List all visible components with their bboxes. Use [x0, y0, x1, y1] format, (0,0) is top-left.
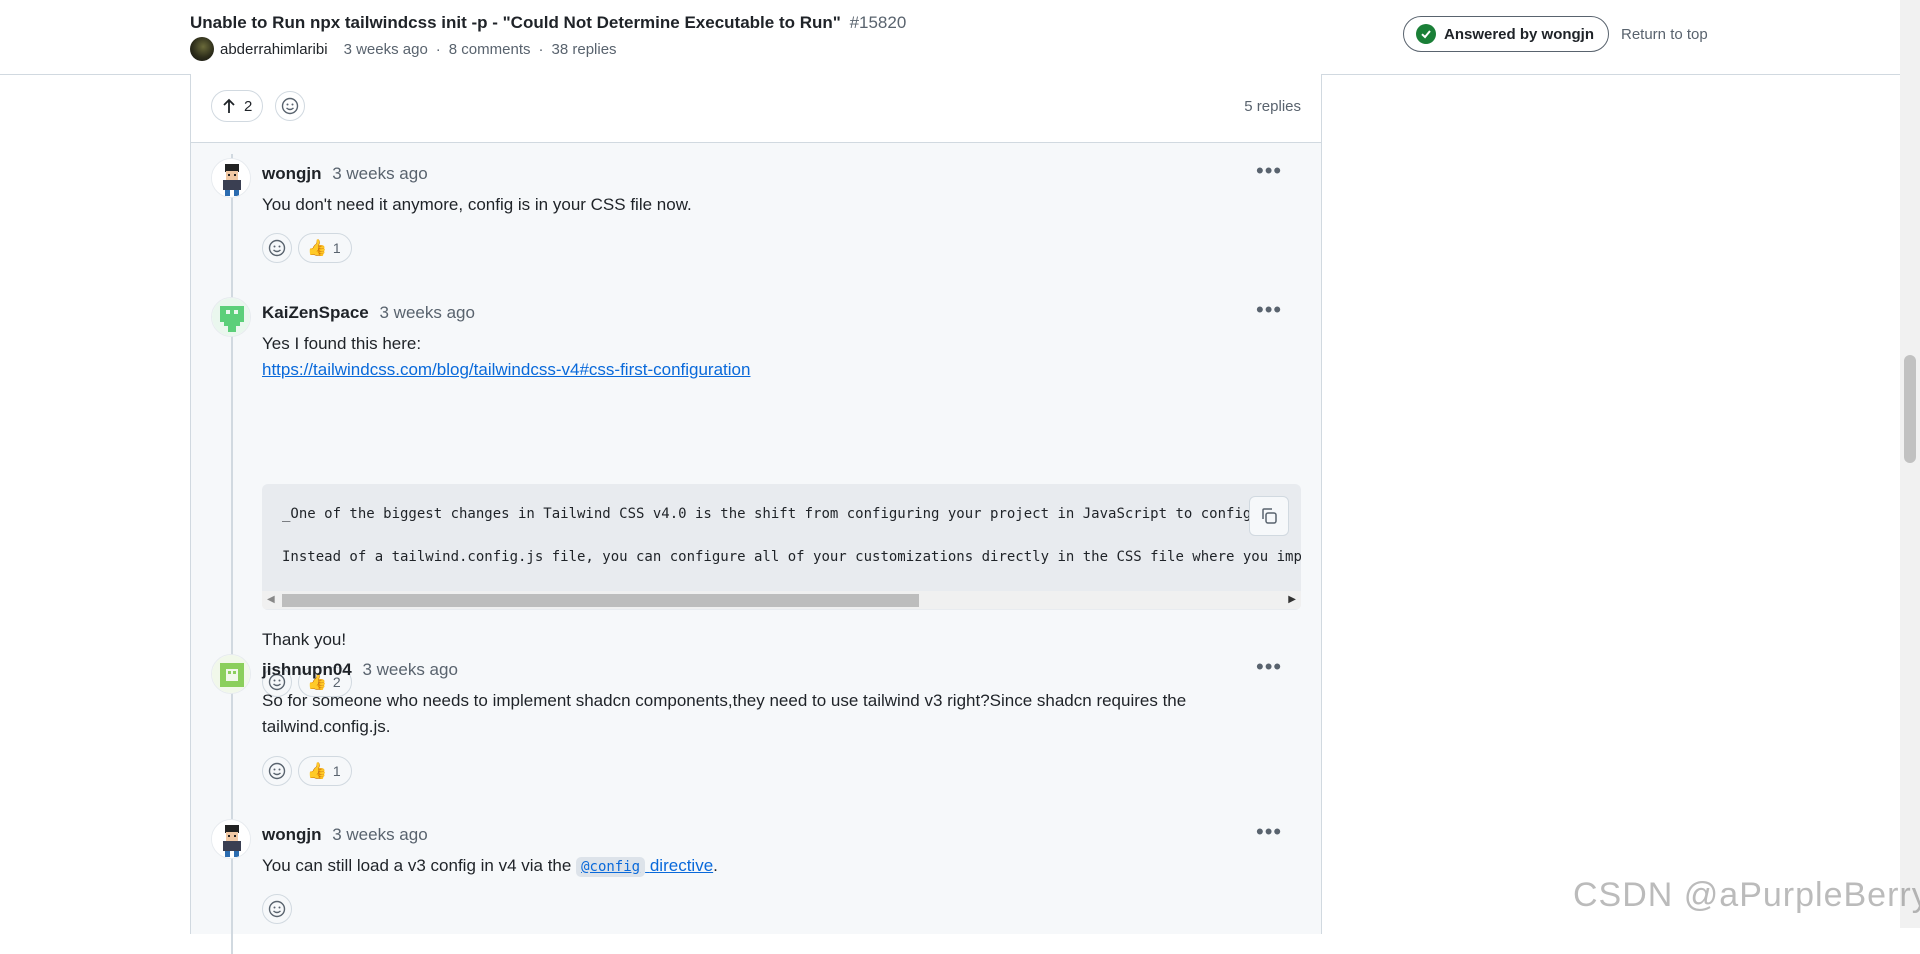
discussion-meta: abderrahimlaribi 3 weeks ago · 8 comment…: [190, 37, 617, 61]
comment-time[interactable]: 3 weeks ago: [362, 660, 457, 679]
comment-reactions: 👍 1: [262, 756, 352, 786]
comment-body: You don't need it anymore, config is in …: [262, 195, 692, 214]
add-reaction-button[interactable]: [262, 894, 292, 924]
reply-thread: 2 5 replies wongjn 3 weeks ago ••• You d…: [190, 74, 1322, 954]
blog-link[interactable]: https://tailwindcss.com/blog/tailwindcss…: [262, 360, 750, 379]
discussion-time: 3 weeks ago: [343, 40, 428, 58]
replies-count: 5 replies: [1244, 98, 1301, 115]
discussion-number: #15820: [849, 13, 907, 32]
kebab-menu-icon[interactable]: •••: [1256, 297, 1282, 323]
comment-body-intro: Yes I found this here:: [262, 334, 422, 353]
meta-separator: ·: [538, 40, 544, 58]
comment-body-outro: Thank you!: [262, 630, 347, 649]
avatar[interactable]: [211, 297, 251, 337]
thumbs-up-reaction[interactable]: 👍 1: [298, 233, 352, 263]
smiley-icon: [281, 97, 299, 115]
comment-body-suffix: .: [713, 856, 718, 875]
inline-code[interactable]: @config: [576, 857, 646, 877]
comment-body-prefix: You can still load a v3 config in v4 via…: [262, 856, 572, 875]
comment-author[interactable]: wongjn: [262, 164, 321, 183]
comment-time[interactable]: 3 weeks ago: [332, 825, 427, 844]
code-line-text: _One of the biggest changes in Tailwind …: [282, 506, 1286, 522]
comments-count: 8 comments: [448, 40, 531, 58]
upvote-count: 2: [244, 97, 253, 115]
answered-badge[interactable]: Answered by wongjn: [1403, 16, 1610, 52]
scroll-right-arrow-icon[interactable]: ▶: [1288, 594, 1296, 605]
avatar[interactable]: [211, 819, 251, 859]
code-horizontal-scrollbar[interactable]: ◀ ▶: [262, 591, 1301, 609]
add-reaction-button[interactable]: [275, 91, 305, 121]
smiley-icon: [268, 900, 286, 918]
comment-author[interactable]: wongjn: [262, 825, 321, 844]
comment-reactions: 👍 1: [262, 233, 352, 263]
kebab-menu-icon[interactable]: •••: [1256, 158, 1282, 184]
copy-button[interactable]: [1249, 496, 1289, 536]
reaction-count: 1: [332, 763, 341, 779]
comment-body-line: So for someone who needs to implement sh…: [262, 691, 1187, 710]
avatar[interactable]: [211, 654, 251, 694]
thumbs-up-icon: 👍: [307, 763, 327, 780]
scroll-left-arrow-icon[interactable]: ◀: [267, 594, 275, 605]
discussion-sticky-header: Unable to Run npx tailwindcss init -p - …: [0, 0, 1900, 75]
thread-actions-bar: 2 5 replies: [191, 74, 1321, 143]
discussion-title-text[interactable]: Unable to Run npx tailwindcss init -p - …: [190, 13, 841, 32]
arrow-up-icon: [223, 98, 235, 113]
comment-author[interactable]: jishnupn04: [262, 660, 352, 679]
watermark: CSDN @aPurpleBerry: [1573, 876, 1920, 914]
smiley-icon: [268, 762, 286, 780]
meta-separator: ·: [435, 40, 441, 58]
code-block: _One of the biggest changes in Tailwind …: [262, 484, 1301, 610]
comment-body: You can still load a v3 config in v4 via…: [262, 853, 718, 880]
add-reaction-button[interactable]: [262, 233, 292, 263]
smiley-icon: [268, 239, 286, 257]
kebab-menu-icon[interactable]: •••: [1256, 819, 1282, 845]
answered-label: Answered by wongjn: [1444, 25, 1595, 43]
comment-header: wongjn 3 weeks ago: [262, 164, 428, 184]
reaction-count: 1: [332, 240, 341, 256]
upvote-button[interactable]: 2: [211, 90, 264, 122]
author-avatar[interactable]: [190, 37, 214, 61]
copy-icon: [1262, 508, 1277, 524]
comment-body-link-row: https://tailwindcss.com/blog/tailwindcss…: [262, 357, 750, 383]
discussion-title[interactable]: Unable to Run npx tailwindcss init -p - …: [190, 13, 906, 33]
replies-total: 38 replies: [551, 40, 617, 58]
scrollbar-thumb[interactable]: [1904, 355, 1916, 463]
code-line: _One of the biggest changes in Tailwind …: [282, 506, 1301, 522]
kebab-menu-icon[interactable]: •••: [1256, 654, 1282, 680]
avatar[interactable]: [211, 158, 251, 198]
add-reaction-button[interactable]: [262, 756, 292, 786]
comment-header: KaiZenSpace 3 weeks ago: [262, 303, 475, 323]
config-directive-link[interactable]: @config directive: [576, 856, 713, 877]
comment-time[interactable]: 3 weeks ago: [380, 303, 475, 322]
page-vertical-scrollbar[interactable]: [1900, 0, 1920, 928]
author-name[interactable]: abderrahimlaribi: [220, 41, 328, 58]
thumbs-up-icon: 👍: [307, 240, 327, 257]
comment-header: wongjn 3 weeks ago: [262, 825, 428, 845]
code-line: Instead of a tailwind.config.js file, yo…: [282, 549, 1301, 565]
return-to-top-link[interactable]: Return to top: [1621, 26, 1708, 43]
scrollbar-thumb[interactable]: [282, 594, 919, 607]
thumbs-up-reaction[interactable]: 👍 1: [298, 756, 352, 786]
comment-body-line: tailwind.config.js.: [262, 717, 391, 736]
directive-link-text[interactable]: directive: [650, 856, 713, 875]
comment-author[interactable]: KaiZenSpace: [262, 303, 369, 322]
comment-header: jishnupn04 3 weeks ago: [262, 660, 458, 680]
check-circle-icon: [1416, 24, 1436, 44]
comment-reactions: [262, 894, 292, 924]
comment-time[interactable]: 3 weeks ago: [332, 164, 427, 183]
